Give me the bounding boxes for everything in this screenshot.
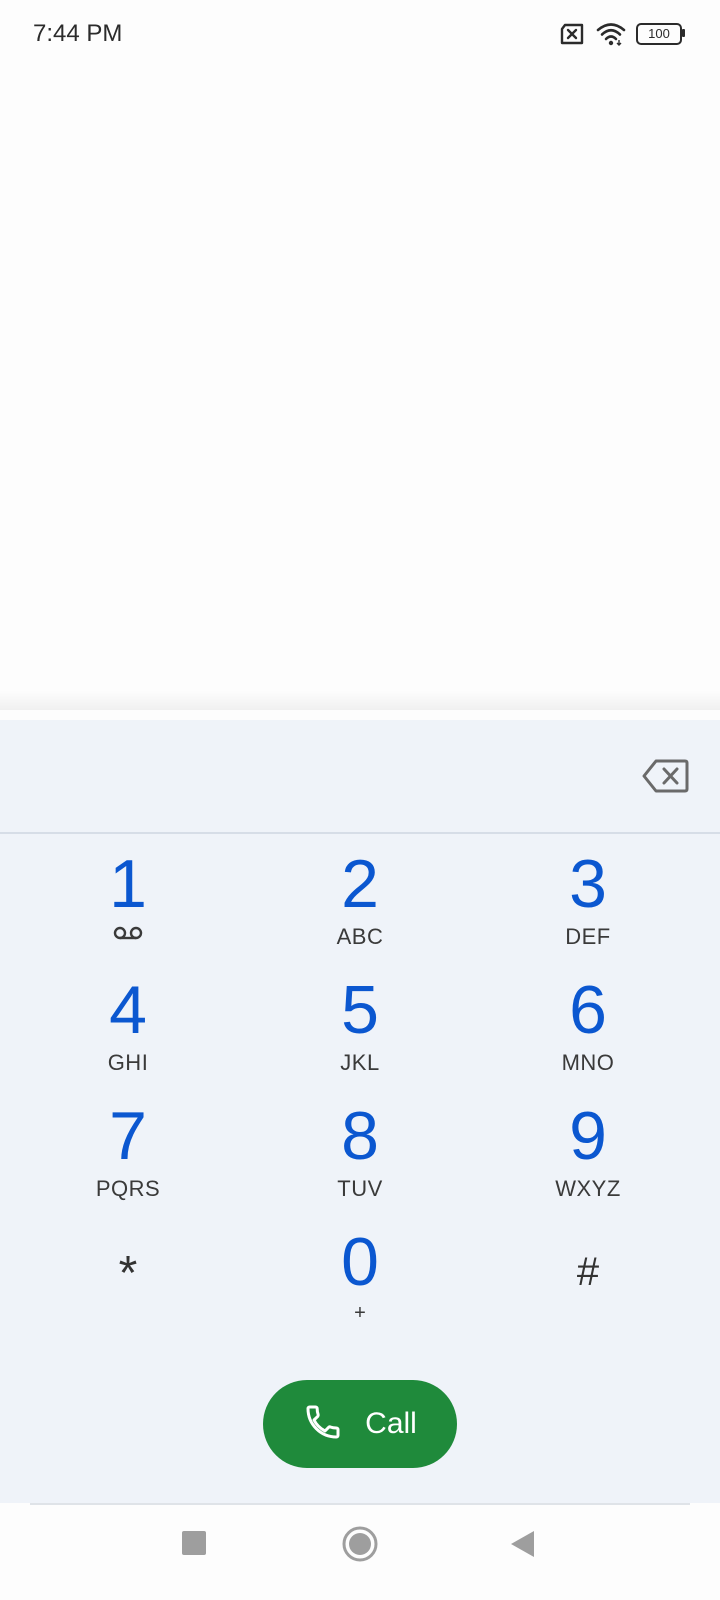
key-6[interactable]: 6 MNO [488, 958, 688, 1078]
key-digit: 0 [341, 1224, 379, 1300]
key-letters: + [354, 1302, 366, 1324]
digits-row [0, 720, 720, 834]
digits-field[interactable] [20, 748, 620, 798]
wifi-icon [596, 22, 626, 46]
key-digit: # [576, 1250, 600, 1294]
status-icons: 100 [558, 22, 685, 46]
recents-button[interactable] [180, 1529, 208, 1562]
recents-icon [182, 1531, 206, 1555]
status-time: 7:44 PM [33, 20, 123, 47]
key-digit: 6 [569, 972, 607, 1048]
key-letters: MNO [561, 1050, 615, 1075]
key-digit: * [118, 1247, 138, 1300]
navigation-bar [0, 1505, 720, 1600]
key-1[interactable]: 1 [28, 832, 228, 952]
no-sim-icon [558, 22, 586, 46]
key-letters: GHI [107, 1050, 149, 1075]
key-digit: 3 [569, 846, 607, 922]
key-3[interactable]: 3 DEF [488, 832, 688, 952]
backspace-icon [642, 759, 689, 793]
key-7[interactable]: 7 PQRS [28, 1084, 228, 1204]
voicemail-icon [113, 926, 143, 945]
sheet-shadow [0, 690, 720, 710]
key-digit: 8 [341, 1098, 379, 1174]
key-letters: TUV [337, 1176, 383, 1201]
key-digit: 9 [569, 1098, 607, 1174]
key-digit: 1 [109, 846, 147, 922]
key-letters: DEF [565, 924, 611, 949]
battery-icon: 100 [636, 23, 685, 45]
call-label: Call [365, 1407, 417, 1440]
key-digit: 2 [341, 846, 379, 922]
home-icon [342, 1526, 378, 1562]
backspace-button[interactable] [642, 758, 690, 794]
key-digit: 4 [109, 972, 147, 1048]
back-button[interactable] [508, 1529, 536, 1564]
key-letters: JKL [340, 1050, 380, 1075]
dialpad-sheet: 1 2 ABC 3 DEF 4 GHI 5 JKL 6 MNO 7 PQRS 8… [0, 720, 720, 1503]
key-digit: 5 [341, 972, 379, 1048]
key-letters: ABC [336, 924, 384, 949]
key-2[interactable]: 2 ABC [260, 832, 460, 952]
home-button[interactable] [341, 1525, 379, 1568]
key-5[interactable]: 5 JKL [260, 958, 460, 1078]
status-bar: 7:44 PM 100 [0, 0, 720, 70]
phone-icon [303, 1402, 343, 1447]
key-star[interactable]: * [28, 1210, 228, 1330]
call-log-area [0, 70, 720, 700]
key-0[interactable]: 0 + [260, 1210, 460, 1330]
battery-level: 100 [648, 26, 670, 41]
key-8[interactable]: 8 TUV [260, 1084, 460, 1204]
key-9[interactable]: 9 WXYZ [488, 1084, 688, 1204]
key-digit: 7 [109, 1098, 147, 1174]
call-button[interactable]: Call [263, 1380, 457, 1468]
key-letters: PQRS [95, 1176, 161, 1201]
back-icon [511, 1531, 534, 1557]
key-letters: WXYZ [555, 1176, 621, 1201]
key-hash[interactable]: # [488, 1210, 688, 1330]
key-4[interactable]: 4 GHI [28, 958, 228, 1078]
